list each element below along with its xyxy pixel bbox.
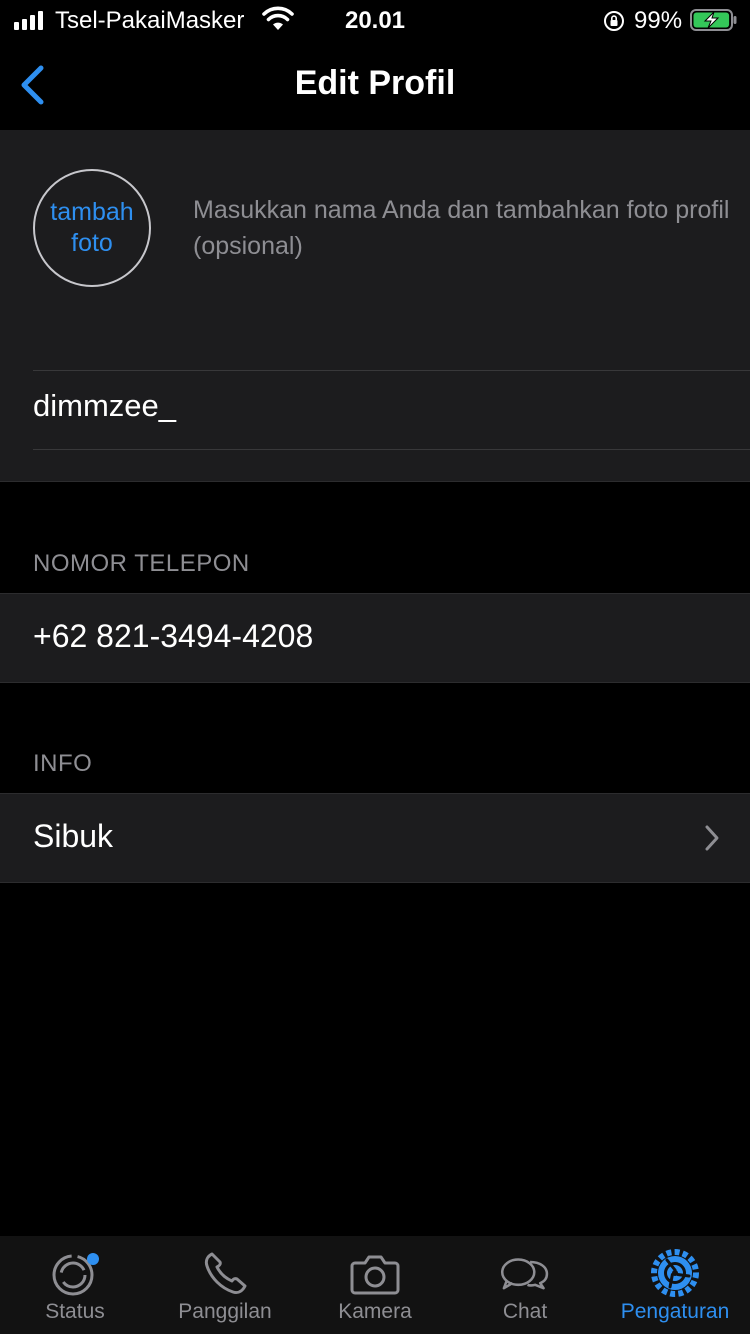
add-photo-button[interactable]: tambah foto: [33, 169, 151, 287]
camera-icon: [350, 1255, 400, 1295]
phone-section-header: NOMOR TELEPON: [33, 550, 250, 577]
rotation-lock-icon: [604, 11, 624, 31]
phone-icon: [204, 1252, 247, 1294]
add-photo-label-line2: foto: [71, 229, 113, 257]
profile-card: tambah foto Masukkan nama Anda dan tamba…: [0, 130, 750, 482]
tab-calls-label: Panggilan: [178, 1300, 272, 1323]
info-value: Sibuk: [33, 818, 114, 854]
tab-bar: Status Panggilan Kamera Chat Pengaturan: [0, 1236, 750, 1334]
tab-settings[interactable]: Pengaturan: [600, 1236, 750, 1334]
divider: [33, 370, 750, 371]
phone-number-value: +62 821-3494-4208: [33, 618, 314, 654]
settings-gear-icon: [651, 1249, 699, 1297]
battery-percent: 99%: [634, 7, 683, 34]
tab-status[interactable]: Status: [0, 1236, 150, 1334]
chevron-right-icon: [705, 825, 719, 851]
tab-calls[interactable]: Panggilan: [150, 1236, 300, 1334]
tab-settings-label: Pengaturan: [620, 1300, 730, 1323]
name-input[interactable]: dimmzee_: [33, 388, 723, 424]
tab-status-label: Status: [45, 1300, 105, 1323]
profile-hint-text: Masukkan nama Anda dan tambahkan foto pr…: [193, 196, 730, 260]
info-row[interactable]: Sibuk: [0, 793, 750, 883]
tab-chats-label: Chat: [502, 1300, 548, 1323]
info-section-header: INFO: [33, 750, 93, 777]
chat-bubbles-icon: [500, 1258, 549, 1290]
tab-chats[interactable]: Chat: [450, 1236, 600, 1334]
divider: [33, 449, 750, 450]
tab-camera-label: Kamera: [338, 1300, 412, 1323]
add-photo-label-line1: tambah: [50, 198, 134, 226]
navigation-bar: Edit Profil: [0, 40, 750, 130]
page-title: Edit Profil: [294, 64, 456, 102]
status-bar: Tsel-PakaiMasker 20.01 99%: [0, 0, 750, 40]
phone-number-row: +62 821-3494-4208: [0, 593, 750, 683]
battery-charging-icon: [690, 9, 737, 31]
tab-camera[interactable]: Kamera: [300, 1236, 450, 1334]
status-icon: [52, 1253, 99, 1296]
